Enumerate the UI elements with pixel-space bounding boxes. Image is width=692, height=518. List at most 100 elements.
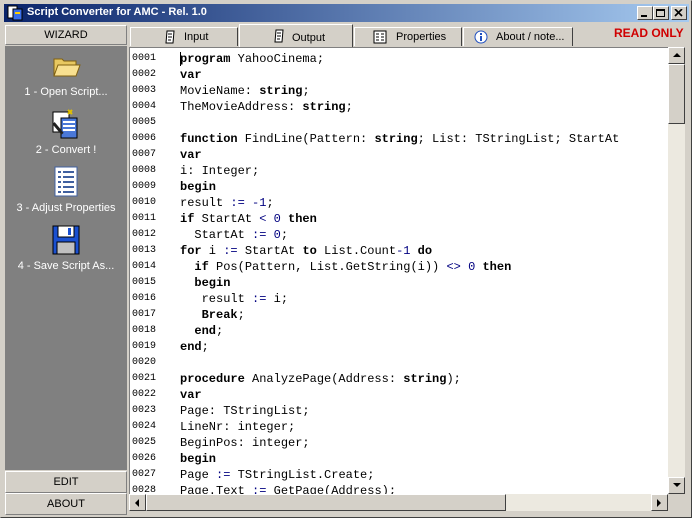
open-script-tool[interactable]: 1 - Open Script... (5, 50, 127, 108)
code-line[interactable]: begin (180, 179, 216, 195)
wizard-header[interactable]: WIZARD (5, 25, 127, 45)
wizard-panel: 1 - Open Script... 2 - Convert ! 3 - Adj… (5, 46, 127, 470)
about-button[interactable]: ABOUT (5, 493, 127, 515)
code-line[interactable]: begin (180, 451, 216, 467)
line-number: 0005 (132, 117, 157, 128)
scroll-up-button[interactable] (668, 47, 685, 64)
vertical-scroll-thumb[interactable] (668, 64, 685, 124)
code-editor[interactable]: 0001 0002 0003 0004 0005 0006 0007 0008 0009 0010… (129, 47, 685, 494)
line-number: 0008 (132, 165, 157, 176)
code-line[interactable]: var (180, 67, 202, 83)
line-number: 0020 (132, 357, 157, 368)
tab-properties[interactable]: Properties (354, 27, 462, 46)
code-line[interactable]: StartAt := 0; (180, 227, 288, 243)
code-line[interactable]: Page: TStringList; (180, 403, 310, 419)
adjust-properties-tool[interactable]: 3 - Adjust Properties (5, 166, 127, 224)
line-number: 0001 (132, 53, 157, 64)
vertical-scrollbar[interactable] (668, 47, 685, 494)
line-number: 0012 (132, 229, 157, 240)
code-line[interactable]: program YahooCinema; (180, 51, 324, 67)
line-number: 0025 (132, 437, 157, 448)
code-line[interactable]: begin (180, 275, 230, 291)
arrow-up-icon (673, 53, 681, 57)
edit-button[interactable]: EDIT (5, 471, 127, 493)
tab-output[interactable]: Output (239, 24, 353, 47)
code-line[interactable]: function FindLine(Pattern: string; List:… (180, 131, 619, 147)
code-area[interactable]: program YahooCinema; var MovieName: string… (180, 48, 666, 494)
text-caret (180, 52, 181, 66)
line-number: 0023 (132, 405, 157, 416)
close-button[interactable] (671, 6, 687, 20)
app-icon (7, 5, 23, 21)
script-icon (165, 30, 175, 44)
adjust-properties-label: 3 - Adjust Properties (16, 202, 116, 214)
line-number: 0018 (132, 325, 157, 336)
arrow-left-icon (135, 499, 139, 507)
maximize-icon (656, 9, 665, 17)
line-number: 0022 (132, 389, 157, 400)
line-number: 0028 (132, 485, 157, 494)
line-number: 0003 (132, 85, 157, 96)
folder-icon (53, 58, 81, 77)
horizontal-scroll-thumb[interactable] (146, 494, 506, 511)
scrollbar-corner (668, 494, 685, 511)
line-number: 0006 (132, 133, 157, 144)
floppy-disk-icon (52, 225, 80, 255)
code-line[interactable]: if StartAt < 0 then (180, 211, 317, 227)
code-line[interactable]: result := i; (180, 291, 288, 307)
code-line[interactable]: Break; (180, 307, 245, 323)
code-line[interactable]: end; (180, 339, 209, 355)
line-number: 0013 (132, 245, 157, 256)
minimize-icon (641, 15, 647, 17)
save-script-label: 4 - Save Script As... (17, 260, 115, 272)
convert-tool[interactable]: 2 - Convert ! (5, 108, 127, 166)
code-line[interactable]: Page.Text := GetPage(Address); (180, 483, 396, 494)
line-number: 0014 (132, 261, 157, 272)
save-script-tool[interactable]: 4 - Save Script As... (5, 224, 127, 282)
line-number: 0007 (132, 149, 157, 160)
tab-properties-label: Properties (396, 31, 447, 43)
code-line[interactable]: var (180, 387, 202, 403)
code-line[interactable]: result := -1; (180, 195, 274, 211)
line-number: 0004 (132, 101, 157, 112)
minimize-button[interactable] (637, 6, 653, 20)
line-number: 0017 (132, 309, 157, 320)
code-line[interactable]: LineNr: integer; (180, 419, 295, 435)
code-line[interactable]: var (180, 147, 202, 163)
line-number: 0021 (132, 373, 157, 384)
tab-input[interactable]: Input (130, 27, 238, 46)
open-script-label: 1 - Open Script... (24, 86, 108, 98)
scroll-down-button[interactable] (668, 477, 685, 494)
title-bar[interactable]: Script Converter for AMC - Rel. 1.0 (4, 4, 689, 22)
line-number: 0011 (132, 213, 157, 224)
properties-icon (373, 30, 387, 44)
scroll-left-button[interactable] (129, 494, 146, 511)
arrow-down-icon (673, 483, 681, 487)
line-number-gutter: 0001 0002 0003 0004 0005 0006 0007 0008 0009 0010… (130, 48, 174, 494)
convert-icon (52, 109, 78, 139)
line-number: 0016 (132, 293, 157, 304)
line-number: 0024 (132, 421, 157, 432)
code-line[interactable]: BeginPos: integer; (180, 435, 310, 451)
document-list-icon (54, 166, 78, 197)
code-line[interactable]: for i := StartAt to List.Count-1 do (180, 243, 432, 259)
code-line[interactable]: Page := TStringList.Create; (180, 467, 374, 483)
maximize-button[interactable] (653, 6, 669, 20)
code-line[interactable]: i: Integer; (180, 163, 259, 179)
code-line[interactable]: TheMovieAddress: string; (180, 99, 353, 115)
horizontal-scrollbar[interactable] (129, 494, 668, 511)
convert-label: 2 - Convert ! (35, 144, 97, 156)
line-number: 0027 (132, 469, 157, 480)
tab-about-notes[interactable]: About / note... (463, 27, 573, 46)
app-window: Script Converter for AMC - Rel. 1.0 WIZA… (0, 0, 692, 518)
window-title: Script Converter for AMC - Rel. 1.0 (27, 6, 207, 18)
code-line[interactable]: if Pos(Pattern, List.GetString(i)) <> 0 … (180, 259, 511, 275)
script-icon (274, 29, 284, 43)
code-line[interactable]: end; (180, 323, 223, 339)
code-line[interactable]: MovieName: string; (180, 83, 310, 99)
line-number: 0009 (132, 181, 157, 192)
read-only-indicator: READ ONLY (614, 26, 684, 40)
code-line[interactable]: procedure AnalyzePage(Address: string); (180, 371, 461, 387)
line-number: 0019 (132, 341, 157, 352)
scroll-right-button[interactable] (651, 494, 668, 511)
